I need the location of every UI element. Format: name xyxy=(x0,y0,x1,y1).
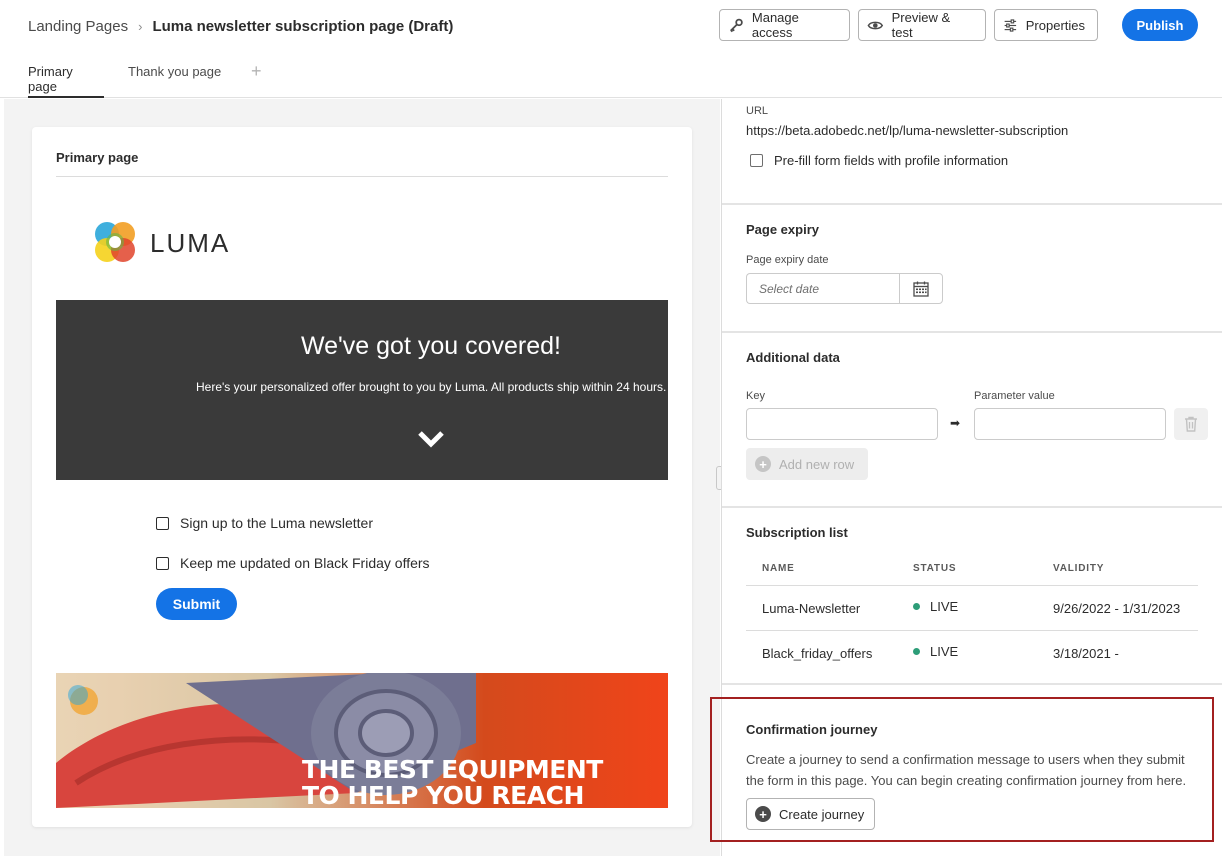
hero-subtitle: Here's your personalized offer brought t… xyxy=(196,380,667,394)
luma-logo xyxy=(95,222,135,262)
sliders-icon xyxy=(1004,18,1017,32)
arrow-right-icon: ➡ xyxy=(950,416,961,430)
black-friday-checkbox-label: Keep me updated on Black Friday offers xyxy=(180,555,430,571)
table-row-validity: 3/18/2021 - xyxy=(1053,646,1119,661)
add-circle-icon: + xyxy=(755,806,771,822)
chevron-down-icon xyxy=(418,431,444,448)
add-page-icon[interactable]: + xyxy=(251,61,262,95)
divider xyxy=(56,176,668,177)
banner-line-1: THE BEST EQUIPMENT xyxy=(302,755,603,784)
section-divider xyxy=(722,683,1222,685)
confirmation-journey-title: Confirmation journey xyxy=(746,722,878,737)
prefill-label: Pre-fill form fields with profile inform… xyxy=(774,153,1009,168)
newsletter-checkbox[interactable]: Sign up to the Luma newsletter xyxy=(156,515,373,531)
banner-headline: THE BEST EQUIPMENT TO HELP YOU REACH xyxy=(302,755,603,809)
key-label: Key xyxy=(746,390,765,402)
checkbox-box[interactable] xyxy=(156,556,169,570)
status-badge: LIVE xyxy=(913,599,958,614)
page-title: Luma newsletter subscription page (Draft… xyxy=(152,17,454,35)
key-icon xyxy=(730,18,743,32)
section-divider xyxy=(722,506,1222,508)
table-row-validity: 9/26/2022 - 1/31/2023 xyxy=(1053,601,1181,616)
properties-label: Properties xyxy=(1025,17,1085,33)
banner-line-2: TO HELP YOU REACH xyxy=(302,781,584,809)
hero-banner: We've got you covered! Here's your perso… xyxy=(56,300,668,480)
column-header-validity[interactable]: VALIDITY xyxy=(1053,563,1104,574)
add-new-row-button[interactable]: + Add new row xyxy=(746,448,868,480)
checkbox-box[interactable] xyxy=(750,154,763,167)
additional-data-title: Additional data xyxy=(746,350,840,365)
section-divider xyxy=(722,203,1222,205)
create-journey-label: Create journey xyxy=(779,806,865,822)
row-divider xyxy=(746,630,1198,631)
properties-button[interactable]: Properties xyxy=(994,9,1098,41)
key-input[interactable] xyxy=(746,408,938,440)
calendar-button[interactable] xyxy=(899,273,943,304)
url-value: https://beta.adobedc.net/lp/luma-newslet… xyxy=(746,123,1069,138)
newsletter-checkbox-label: Sign up to the Luma newsletter xyxy=(180,515,374,531)
preview-test-button[interactable]: Preview & test xyxy=(858,9,986,41)
table-row-name[interactable]: Luma-Newsletter xyxy=(762,601,860,616)
status-label: LIVE xyxy=(930,644,959,659)
card-title: Primary page xyxy=(56,150,139,165)
confirmation-journey-description: Create a journey to send a confirmation … xyxy=(746,752,1187,788)
page-expiry-date-label: Page expiry date xyxy=(746,254,829,266)
submit-button[interactable]: Submit xyxy=(156,588,237,620)
app-header: Landing Pages › Luma newsletter subscrip… xyxy=(0,0,1222,98)
url-label: URL xyxy=(746,105,769,117)
create-journey-button[interactable]: + Create journey xyxy=(746,798,875,830)
tab-primary-page[interactable]: Primary page xyxy=(28,64,104,98)
add-circle-icon: + xyxy=(755,456,771,472)
prefill-checkbox[interactable]: Pre-fill form fields with profile inform… xyxy=(750,153,1008,168)
page-expiry-title: Page expiry xyxy=(746,222,819,237)
status-label: LIVE xyxy=(930,599,959,614)
live-status-dot xyxy=(913,603,920,610)
luma-logo-text: LUMA xyxy=(150,228,231,258)
table-row-name[interactable]: Black_friday_offers xyxy=(762,646,872,661)
page-expiry-date-input[interactable]: Select date xyxy=(746,273,900,304)
black-friday-checkbox[interactable]: Keep me updated on Black Friday offers xyxy=(156,555,430,571)
tab-thank-you-page[interactable]: Thank you page xyxy=(128,64,221,98)
status-badge: LIVE xyxy=(913,644,958,659)
hero-title: We've got you covered! xyxy=(300,332,561,360)
eye-icon xyxy=(867,21,884,29)
subscription-list-title: Subscription list xyxy=(746,525,848,540)
chevron-right-icon: › xyxy=(138,18,143,34)
live-status-dot xyxy=(913,648,920,655)
section-divider xyxy=(722,331,1222,333)
preview-test-label: Preview & test xyxy=(891,10,951,40)
add-new-row-label: Add new row xyxy=(779,456,855,472)
column-header-name[interactable]: NAME xyxy=(762,563,795,574)
manage-access-label: Manage access xyxy=(751,10,799,40)
delete-row-button[interactable] xyxy=(1174,408,1208,440)
row-divider xyxy=(746,585,1198,586)
breadcrumb: Landing Pages › Luma newsletter subscrip… xyxy=(28,16,453,36)
publish-button[interactable]: Publish xyxy=(1122,9,1198,41)
column-header-status[interactable]: STATUS xyxy=(913,563,956,574)
parameter-value-label: Parameter value xyxy=(974,390,1055,402)
calendar-icon xyxy=(913,281,929,297)
parameter-value-input[interactable] xyxy=(974,408,1166,440)
equipment-banner-image: THE BEST EQUIPMENT TO HELP YOU REACH xyxy=(56,673,668,808)
manage-access-button[interactable]: Manage access xyxy=(719,9,850,41)
checkbox-box[interactable] xyxy=(156,516,169,530)
breadcrumb-landing-pages[interactable]: Landing Pages xyxy=(28,18,128,35)
trash-icon xyxy=(1185,416,1197,432)
